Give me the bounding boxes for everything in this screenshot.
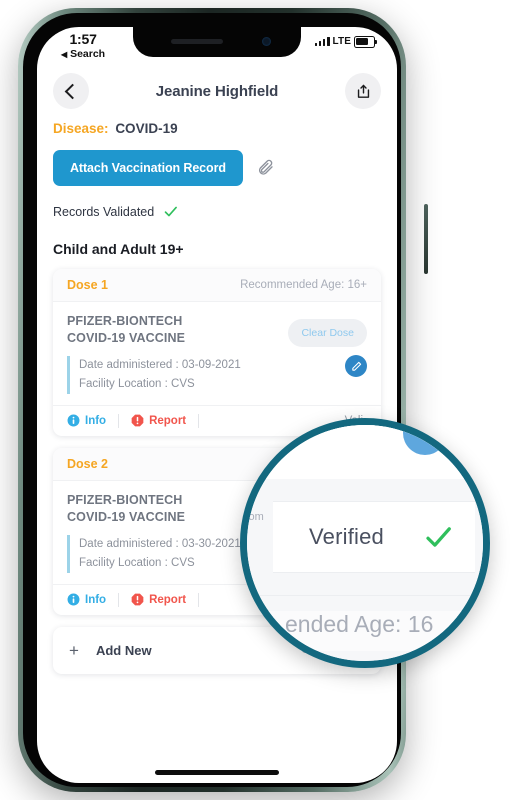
magnified-partial-number: 1 — [245, 571, 252, 583]
edit-pencil-icon — [351, 361, 361, 371]
records-validated-row: Records Validated — [53, 204, 381, 219]
magnified-partial-recom: com — [243, 511, 264, 523]
section-title: Child and Adult 19+ — [53, 241, 184, 257]
share-button[interactable] — [345, 73, 381, 109]
dose-number-label: Dose 2 — [67, 456, 108, 471]
plus-icon: + — [69, 640, 79, 660]
report-label: Report — [149, 593, 187, 606]
magnified-recommended-age: ended Age: 16 — [285, 611, 434, 637]
share-icon — [357, 84, 369, 98]
info-label: Info — [85, 414, 107, 427]
add-new-label: Add New — [95, 642, 152, 658]
info-button[interactable]: Info — [67, 414, 118, 427]
status-bar-back-to-search[interactable]: ◀ Search — [61, 49, 105, 60]
vaccine-name-line-1: PFIZER-BIONTECH — [67, 492, 183, 507]
status-bar-back-label: Search — [70, 48, 106, 60]
status-bar-left: 1:57 ◀ Search — [61, 29, 105, 60]
battery-icon — [354, 36, 378, 48]
status-bar: 1:57 ◀ Search LTE — [37, 27, 397, 71]
clear-dose-button[interactable]: Clear Dose — [288, 319, 367, 347]
page-title: Jeanine Highfield — [155, 82, 279, 100]
report-button[interactable]: Report — [131, 414, 198, 427]
phone-screen: 1:57 ◀ Search LTE Jeanine Highfield Dise… — [37, 27, 397, 783]
status-bar-time: 1:57 — [69, 31, 97, 47]
magnifier-divider — [247, 595, 483, 596]
dose-card: Dose 1 Recommended Age: 16+ PFIZER-BIONT… — [53, 269, 381, 436]
verified-label: Verified — [309, 524, 384, 549]
info-icon — [67, 414, 80, 427]
footer-divider — [118, 413, 120, 428]
info-label: Info — [85, 593, 107, 606]
recommended-age-label: Recommended Age: 16+ — [240, 279, 367, 291]
date-administered: Date administered : 03-09-2021 — [79, 359, 241, 371]
report-icon — [131, 593, 144, 606]
disease-label: Disease: — [53, 121, 109, 136]
network-type-label: LTE — [332, 36, 351, 48]
attach-row: Attach Vaccination Record — [53, 150, 381, 186]
magnifier-callout: Vali com Verified 1 Vali ended Age: 16 — [240, 418, 490, 668]
vaccine-name-line-1: PFIZER-BIONTECH — [67, 314, 183, 328]
report-button[interactable]: Report — [131, 593, 198, 606]
phone-frame: 1:57 ◀ Search LTE Jeanine Highfield Dise… — [18, 8, 428, 792]
back-triangle-icon: ◀ — [61, 50, 68, 59]
home-indicator[interactable] — [155, 770, 279, 775]
info-icon — [67, 593, 80, 606]
attach-vaccination-record-button[interactable]: Attach Vaccination Record — [53, 150, 243, 186]
green-check-icon — [426, 527, 451, 547]
magnified-partial-valid-bottom: Vali — [257, 621, 273, 632]
app-header: Jeanine Highfield — [37, 71, 397, 109]
edit-dose-button[interactable] — [345, 355, 367, 377]
chevron-left-icon — [64, 83, 81, 99]
vaccine-name-line-2: COVID-19 VACCINE — [67, 509, 186, 524]
footer-divider — [118, 592, 120, 607]
info-button[interactable]: Info — [67, 593, 118, 606]
disease-row: Disease: COVID-19 — [53, 121, 381, 136]
records-validated-label: Records Validated — [53, 204, 155, 219]
magnifier-top-strip — [247, 425, 483, 479]
magnified-partial-valid-top: Vali — [257, 447, 273, 458]
phone-bezel: 1:57 ◀ Search LTE Jeanine Highfield Dise… — [23, 13, 401, 787]
magnifier-content: Vali com Verified 1 Vali ended Age: 16 — [247, 425, 483, 661]
report-icon — [131, 415, 144, 427]
dose-card-body: PFIZER-BIONTECH COVID-19 VACCINE Clear D… — [53, 302, 381, 347]
footer-divider — [198, 413, 200, 428]
vaccine-name: PFIZER-BIONTECH COVID-19 VACCINE — [67, 492, 185, 526]
green-check-icon — [164, 206, 178, 217]
paperclip-icon[interactable] — [257, 159, 275, 177]
dose-detail-wrap: Date administered : 03-09-2021 Facility … — [53, 347, 381, 405]
vaccine-name: PFIZER-BIONTECH COVID-19 VACCINE — [67, 313, 185, 347]
dose-detail-box: Date administered : 03-09-2021 Facility … — [67, 356, 367, 394]
vaccine-name-line-2: COVID-19 VACCINE — [67, 330, 186, 345]
signal-bars-icon — [314, 37, 330, 47]
screenshot-stage: 1:57 ◀ Search LTE Jeanine Highfield Dise… — [0, 0, 520, 800]
dose-card-header: Dose 1 Recommended Age: 16+ — [53, 269, 381, 302]
report-label: Report — [149, 414, 187, 427]
facility-location: Facility Location : CVS — [79, 377, 195, 390]
footer-divider — [198, 592, 200, 607]
back-button[interactable] — [53, 73, 89, 109]
magnified-verified-row: Verified — [273, 501, 475, 573]
status-bar-right: LTE — [314, 29, 378, 48]
power-button[interactable] — [424, 204, 428, 274]
disease-value: COVID-19 — [115, 121, 178, 136]
dose-number-label: Dose 1 — [67, 278, 108, 292]
